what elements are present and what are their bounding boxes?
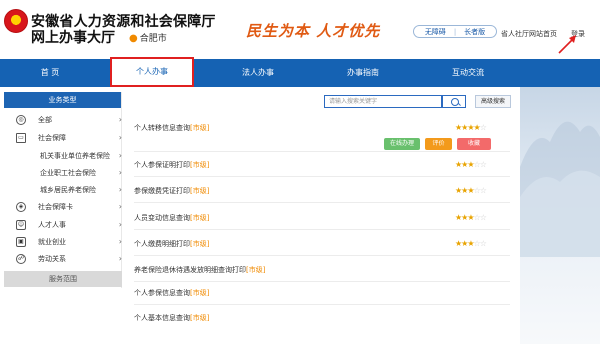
chevron-right-icon: › — [118, 254, 122, 263]
chevron-right-icon: › — [118, 151, 122, 160]
chevron-right-icon: › — [118, 237, 122, 246]
rating-stars: ★★★★☆ — [455, 123, 487, 132]
briefcase-icon: ▣ — [16, 237, 26, 247]
sidebar-item-social-security[interactable]: ▭ 社会保障 › — [4, 131, 122, 145]
chevron-right-icon: › — [118, 202, 122, 211]
favorite-button[interactable]: 收藏 — [457, 138, 491, 150]
card-icon: ▭ — [16, 133, 26, 143]
evaluate-button[interactable]: 评价 — [425, 138, 452, 150]
shield-icon: ◈ — [16, 202, 26, 212]
nav-home[interactable]: 首 页 — [0, 59, 100, 87]
rating-stars: ★★★☆☆ — [455, 213, 487, 222]
globe-icon: ◎ — [16, 115, 26, 125]
list-item[interactable]: 人员变动信息查询[市级] ★★★☆☆ — [134, 206, 510, 230]
search-button[interactable] — [442, 95, 466, 108]
sidebar-title: 业务类型 — [4, 92, 121, 108]
advanced-search-button[interactable]: 高级搜索 — [475, 95, 511, 108]
service-scope-button[interactable]: 服务范围 — [4, 271, 122, 287]
list-item[interactable]: 个人参保信息查询[市级] — [134, 281, 510, 305]
sidebar-item-label: 人才人事 — [38, 221, 66, 229]
mode-switch: 无障碍 | 长者版 — [413, 25, 497, 38]
sidebar-item-label: 城乡居民养老保险 — [40, 186, 96, 194]
elder-edition-button[interactable]: 长者版 — [460, 27, 489, 37]
nav-interaction[interactable]: 互动交流 — [430, 59, 506, 87]
sidebar-item-all[interactable]: ◎ 全部 › — [4, 113, 122, 127]
accessibility-button[interactable]: 无障碍 — [421, 27, 450, 37]
site-subtitle: 网上办事大厅 — [31, 30, 115, 46]
mountain-illustration — [520, 121, 600, 257]
sidebar-subitem-institution-pension[interactable]: 机关事业单位养老保险 › — [4, 149, 122, 163]
sidebar-subitem-resident-pension[interactable]: 城乡居民养老保险 › — [4, 183, 122, 197]
service-name[interactable]: 养老保险退休待遇发放明细查询打印[市级] — [134, 265, 265, 275]
location-pin-icon: ● — [129, 33, 138, 44]
service-name[interactable]: 参保缴费凭证打印[市级] — [134, 186, 209, 196]
site-header: 安徽省人力资源和社会保障厅 网上办事大厅 ●合肥市 民生为本 人才优先 无障碍 … — [0, 0, 600, 58]
sidebar-item-label: 就业创业 — [38, 238, 66, 246]
sidebar-item-label: 机关事业单位养老保险 — [40, 152, 110, 160]
list-item[interactable]: 个人参保证明打印[市级] ★★★☆☆ — [134, 153, 510, 177]
service-name[interactable]: 个人参保证明打印[市级] — [134, 160, 209, 170]
sidebar-subitem-enterprise-insurance[interactable]: 企业职工社会保险 › — [4, 166, 122, 180]
service-name[interactable]: 个人转移信息查询[市级] — [134, 123, 209, 133]
search-input[interactable]: 请输入搜索关键字 — [324, 95, 442, 108]
chevron-right-icon: › — [118, 185, 122, 194]
emblem-logo — [4, 9, 28, 33]
chevron-right-icon: › — [118, 168, 122, 177]
sidebar-item-employment[interactable]: ▣ 就业创业 › — [4, 235, 122, 249]
divider: | — [453, 27, 457, 36]
rating-stars: ★★★☆☆ — [455, 160, 487, 169]
list-item[interactable]: 参保缴费凭证打印[市级] ★★★☆☆ — [134, 179, 510, 203]
service-name[interactable]: 个人缴费明细打印[市级] — [134, 239, 209, 249]
category-sidebar: 业务类型 ◎ 全部 › ▭ 社会保障 › 机关事业单位养老保险 › 企业职工社会… — [4, 92, 122, 288]
red-arrow-annotation — [558, 35, 576, 54]
sidebar-item-label: 社会保障卡 — [38, 203, 73, 211]
city-selector[interactable]: ● 合肥市 — [129, 31, 167, 44]
service-name[interactable]: 人员变动信息查询[市级] — [134, 213, 209, 223]
rating-stars: ★★★☆☆ — [455, 186, 487, 195]
list-item[interactable]: 养老保险退休待遇发放明细查询打印[市级] — [134, 258, 510, 282]
chevron-right-icon: › — [118, 133, 122, 142]
handle-online-button[interactable]: 在线办理 — [384, 138, 420, 150]
main-nav: 首 页 个人办事 法人办事 办事指南 互动交流 — [0, 57, 600, 87]
nav-corporate[interactable]: 法人办事 — [220, 59, 296, 87]
rating-stars: ★★★☆☆ — [455, 239, 487, 248]
sidebar-item-social-card[interactable]: ◈ 社会保障卡 › — [4, 200, 122, 214]
sidebar-item-talent[interactable]: ☺ 人才人事 › — [4, 218, 122, 232]
service-name[interactable]: 个人基本信息查询[市级] — [134, 313, 209, 323]
slogan: 民生为本 人才优先 — [246, 22, 381, 40]
city-label: 合肥市 — [139, 34, 167, 44]
people-icon: ☍ — [16, 254, 26, 264]
site-home-link[interactable]: 省人社厅网站首页 — [501, 29, 557, 39]
sidebar-item-label: 企业职工社会保险 — [40, 169, 96, 177]
list-item[interactable]: 个人基本信息查询[市级] — [134, 306, 510, 330]
list-item[interactable]: 个人缴费明细打印[市级] ★★★☆☆ — [134, 232, 510, 256]
sidebar-item-label: 社会保障 — [38, 134, 66, 142]
chevron-right-icon: › — [118, 115, 122, 124]
person-icon: ☺ — [16, 220, 26, 230]
sidebar-item-label: 劳动关系 — [38, 255, 66, 263]
sidebar-item-labor-relations[interactable]: ☍ 劳动关系 › — [4, 252, 122, 266]
nav-personal[interactable]: 个人办事 — [110, 57, 194, 87]
nav-guide[interactable]: 办事指南 — [325, 59, 401, 87]
service-name[interactable]: 个人参保信息查询[市级] — [134, 288, 209, 298]
sidebar-item-label: 全部 — [38, 116, 52, 124]
list-item[interactable]: 个人转移信息查询[市级] ★★★★☆ 在线办理 评价 收藏 — [134, 116, 510, 152]
chevron-right-icon: › — [118, 220, 122, 229]
